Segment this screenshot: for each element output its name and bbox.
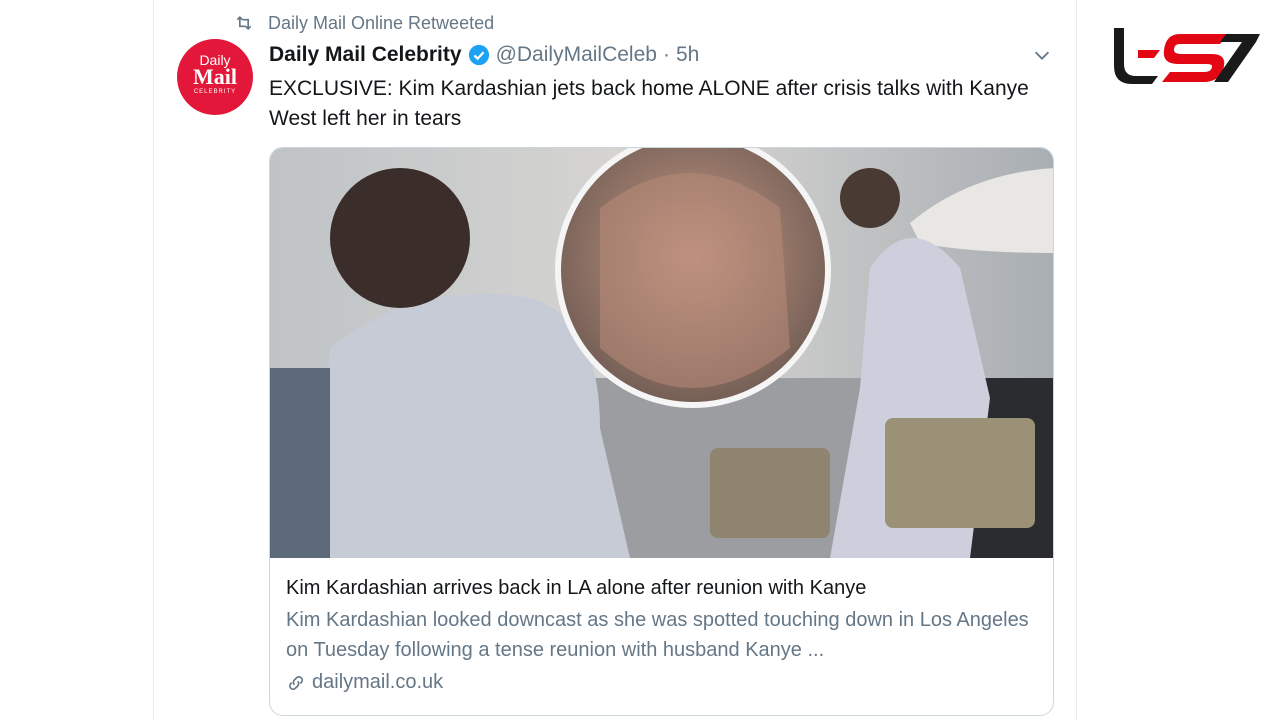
avatar-line-3: CELEBRITY bbox=[193, 89, 237, 95]
card-image[interactable] bbox=[270, 148, 1054, 558]
tweet-card[interactable]: Daily Mail Online Retweeted Daily Mail C… bbox=[153, 0, 1077, 720]
retweet-icon bbox=[236, 15, 252, 31]
chevron-down-icon[interactable] bbox=[1031, 44, 1053, 66]
card-body: Kim Kardashian arrives back in LA alone … bbox=[286, 574, 1036, 694]
link-icon bbox=[289, 675, 303, 690]
card-domain-text: dailymail.co.uk bbox=[312, 671, 444, 693]
author-name[interactable]: Daily Mail Celebrity bbox=[269, 43, 462, 67]
tweet-timestamp[interactable]: 5h bbox=[676, 43, 699, 67]
retweet-context: Daily Mail Online Retweeted bbox=[234, 12, 494, 34]
card-domain[interactable]: dailymail.co.uk bbox=[286, 671, 1036, 694]
retweet-text: Daily Mail Online Retweeted bbox=[268, 12, 495, 33]
card-title[interactable]: Kim Kardashian arrives back in LA alone … bbox=[286, 574, 1036, 603]
separator-dot: · bbox=[662, 43, 670, 66]
avatar-line-2: Mail bbox=[193, 64, 237, 89]
tweet-text: EXCLUSIVE: Kim Kardashian jets back home… bbox=[269, 77, 1029, 130]
author-handle[interactable]: @DailyMailCeleb bbox=[496, 43, 657, 67]
verified-badge-icon bbox=[468, 44, 489, 66]
site-logo bbox=[1114, 28, 1260, 84]
card-description: Kim Kardashian looked downcast as she wa… bbox=[286, 609, 1029, 661]
link-preview-card[interactable]: Kim Kardashian arrives back in LA alone … bbox=[269, 147, 1054, 716]
avatar[interactable]: Daily Mail CELEBRITY bbox=[177, 39, 253, 115]
tweet-header: Daily Mail Celebrity @DailyMailCeleb · 5… bbox=[269, 40, 699, 70]
